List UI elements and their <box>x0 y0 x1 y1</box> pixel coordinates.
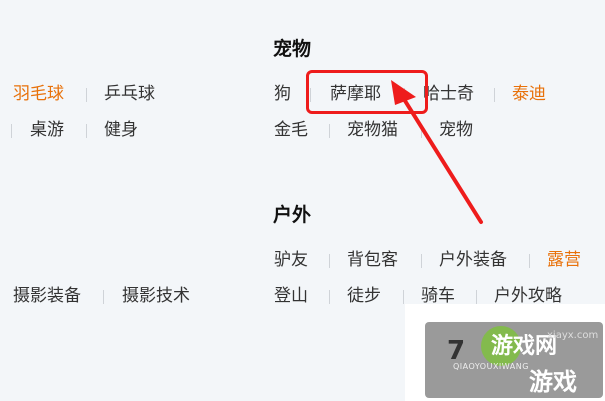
watermark-pinyin: QIAOYOUXIWANG <box>453 362 529 371</box>
watermark-subtitle: 游戏 <box>529 368 577 396</box>
watermark-url: xiayx.com <box>547 330 599 341</box>
site-watermark: 7 游戏网 xiayx.com QIAOYOUXIWANG 游戏 <box>425 322 603 398</box>
